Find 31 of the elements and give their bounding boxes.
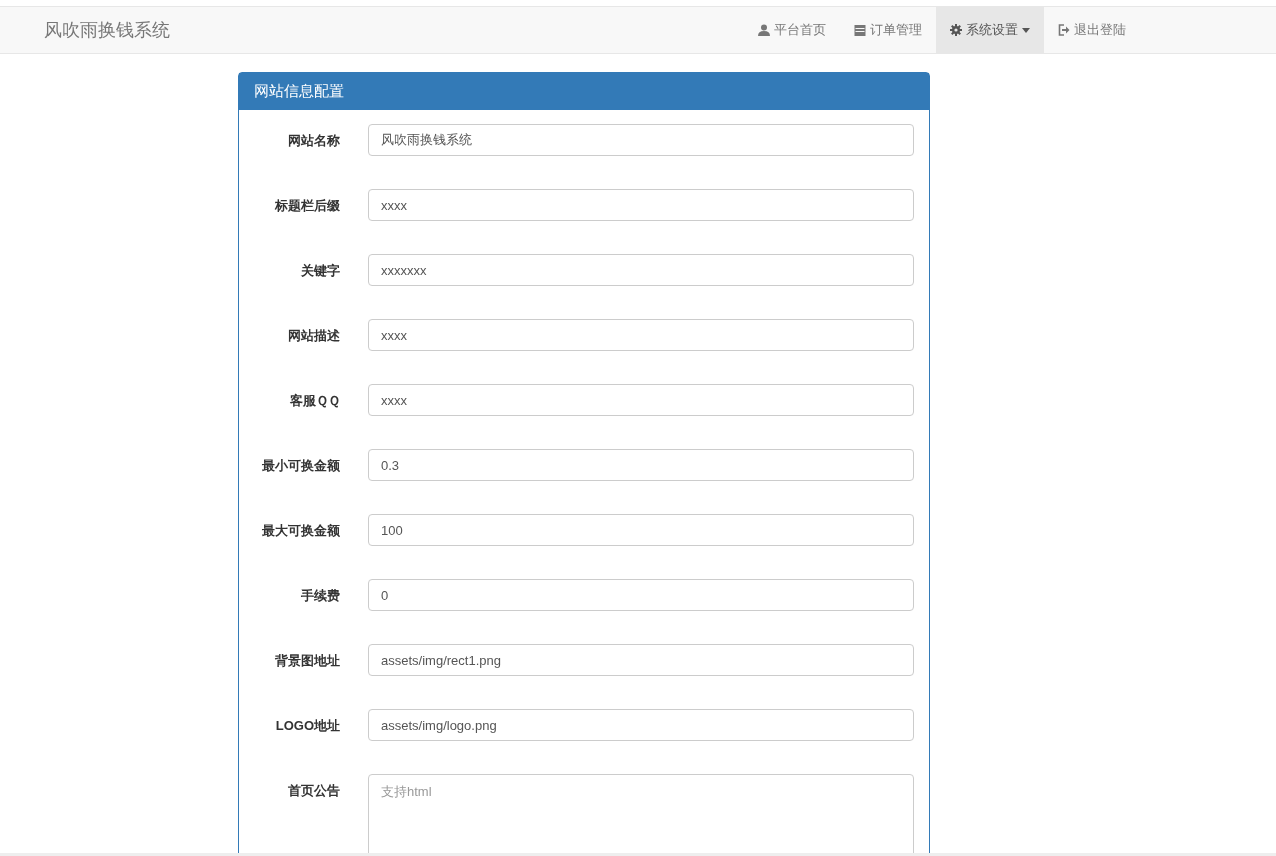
- field-label: LOGO地址: [274, 717, 340, 735]
- input-field[interactable]: xxxxxxx: [368, 254, 914, 286]
- user-icon: [758, 24, 770, 36]
- input-field[interactable]: assets/img/logo.png: [368, 709, 914, 741]
- input-field[interactable]: 0: [368, 579, 914, 611]
- input-field[interactable]: xxxx: [368, 319, 914, 351]
- input-field[interactable]: xxxx: [368, 384, 914, 416]
- field-label: 标题栏后缀: [274, 197, 340, 215]
- input-field[interactable]: assets/img/rect1.png: [368, 644, 914, 676]
- field-label: 网站名称: [287, 132, 340, 150]
- field-label: 最小可换金额: [261, 457, 340, 475]
- nav-item[interactable]: 平台首页: [744, 7, 840, 53]
- input-field[interactable]: 100: [368, 514, 914, 546]
- logout-icon: [1058, 24, 1070, 36]
- brand-title[interactable]: 风吹雨换钱系统: [44, 18, 170, 42]
- field-label: 客服ＱＱ: [289, 392, 340, 410]
- input-field[interactable]: 风吹雨换钱系统: [368, 124, 914, 156]
- field-label: 首页公告: [287, 782, 340, 800]
- field-label: 手续费: [300, 587, 340, 605]
- gear-icon: [950, 24, 962, 36]
- field-label: 最大可换金额: [261, 522, 340, 540]
- nav-item[interactable]: 退出登陆: [1044, 7, 1140, 53]
- textarea-field[interactable]: 支持html: [368, 774, 914, 856]
- panel-title: 网站信息配置: [239, 73, 929, 110]
- field-label: 背景图地址: [274, 652, 340, 670]
- input-field[interactable]: xxxx: [368, 189, 914, 221]
- nav-item[interactable]: 订单管理: [840, 7, 936, 53]
- input-field[interactable]: 0.3: [368, 449, 914, 481]
- nav-item[interactable]: 系统设置: [936, 7, 1044, 53]
- field-label: 关键字: [300, 262, 340, 280]
- field-label: 网站描述: [287, 327, 340, 345]
